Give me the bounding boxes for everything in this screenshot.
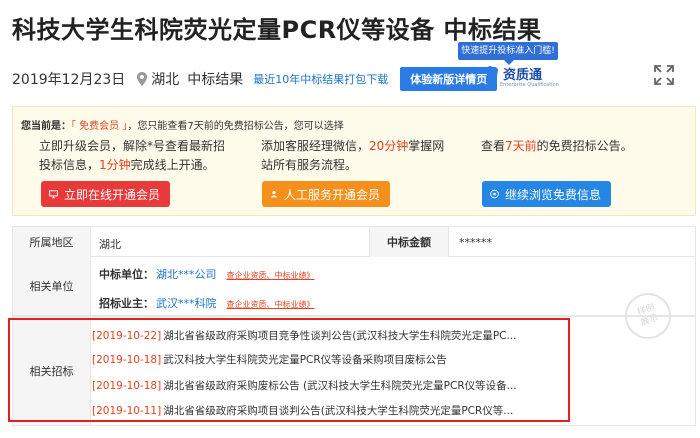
buyer-name-link[interactable]: 武汉***科院 [156, 297, 217, 310]
winner-label: 中标单位： [99, 268, 154, 281]
upgrade-text-a: 立即升级会员，解除*号查看最新招 [39, 139, 226, 153]
zzt-name: 资质通 [503, 68, 543, 83]
online-membership-label: 立即在线开通会员 [63, 187, 160, 202]
units-label: 相关单位 [13, 257, 91, 315]
upgrade-text-c: 完成线上开通。 [130, 158, 215, 172]
upgrade-time: 1分钟 [99, 158, 131, 172]
member-level-link[interactable]: 「 免费会员 」 [71, 121, 127, 132]
service-option-text: 添加客服经理微信，20分钟掌握网 站所有服务流程。 [261, 137, 466, 175]
new-detail-page-button[interactable]: 体验新版详情页 [400, 67, 498, 91]
amount-value: ****** [459, 236, 492, 249]
winner-qualification-link[interactable]: 查企业资质、中标业绩》 [227, 271, 315, 280]
notice-prefix: 您当前是： [21, 121, 71, 132]
free-text-b: 的免费招标公告。 [536, 139, 633, 153]
service-text-c: 站所有服务流程。 [261, 158, 358, 172]
location-pin-icon [137, 72, 148, 86]
amount-label: 中标金额 [369, 227, 449, 257]
service-time: 20分钟 [369, 139, 409, 153]
buyer-qualification-link[interactable]: 查企业资质、中标业绩》 [227, 300, 315, 309]
monitor-icon [49, 190, 58, 199]
online-membership-button[interactable]: 立即在线开通会员 [41, 181, 170, 207]
notice-text: ，您只能查看7天前的免费招标公告，您可以选择 [127, 121, 344, 132]
region-text: 湖北 [151, 72, 180, 88]
promo-tooltip: 快速提升投标准入门槛! [458, 42, 558, 65]
region-row: 所属地区 湖北 中标金额 ****** [13, 227, 695, 257]
region-label: 所属地区 [13, 227, 91, 257]
buyer-label: 招标业主： [99, 297, 154, 310]
winner-entry: 中标单位： 湖北***公司 查企业资质、中标业绩》 [99, 266, 315, 282]
upgrade-text-b: 投标信息， [39, 158, 100, 172]
publish-date: 2019年12月23日 [12, 72, 126, 88]
membership-notice: 您当前是：「 免费会员 」，您只能查看7天前的免费招标公告，您可以选择 立即升级… [12, 106, 696, 216]
detail-table: 所属地区 湖北 中标金额 ****** 相关单位 中标单位： 湖北***公司 查企业… [12, 226, 696, 345]
free-option-text: 查看7天前的免费招标公告。 [481, 137, 686, 156]
person-icon [270, 190, 278, 198]
notice-intro: 您当前是：「 免费会员 」，您只能查看7天前的免费招标公告，您可以选择 [21, 117, 344, 132]
service-membership-button[interactable]: 人工服务开通会员 [262, 181, 390, 207]
zzt-subtitle: Enterprise Qualification [500, 82, 559, 88]
notice-type: 中标结果 [187, 72, 244, 88]
browse-free-label: 继续浏览免费信息 [504, 187, 601, 202]
highlight-frame [8, 318, 570, 422]
free-days: 7天前 [505, 139, 537, 153]
eye-icon [490, 189, 499, 199]
download-archive-link[interactable]: 最近10年中标结果打包下载 [253, 71, 388, 87]
upgrade-option-text: 立即升级会员，解除*号查看最新招 投标信息，1分钟完成线上开通。 [39, 137, 244, 175]
buyer-entry: 招标业主： 武汉***科院 查企业资质、中标业绩》 [99, 295, 315, 311]
region-value: 湖北 [99, 238, 121, 251]
free-text-a: 查看 [481, 139, 506, 153]
browse-free-button[interactable]: 继续浏览免费信息 [482, 181, 611, 207]
meta-bar: 2019年12月23日 湖北 中标结果 最近10年中标结果打包下载 体验新版详情… [12, 67, 498, 91]
service-text-b: 掌握网 [408, 139, 445, 153]
units-row: 相关单位 中标单位： 湖北***公司 查企业资质、中标业绩》 招标业主： 武汉***科… [13, 257, 695, 345]
service-text-a: 添加客服经理微信， [261, 139, 370, 153]
service-membership-label: 人工服务开通会员 [283, 187, 380, 202]
fullscreen-icon[interactable] [653, 64, 675, 86]
winner-name-link[interactable]: 湖北***公司 [156, 268, 217, 281]
